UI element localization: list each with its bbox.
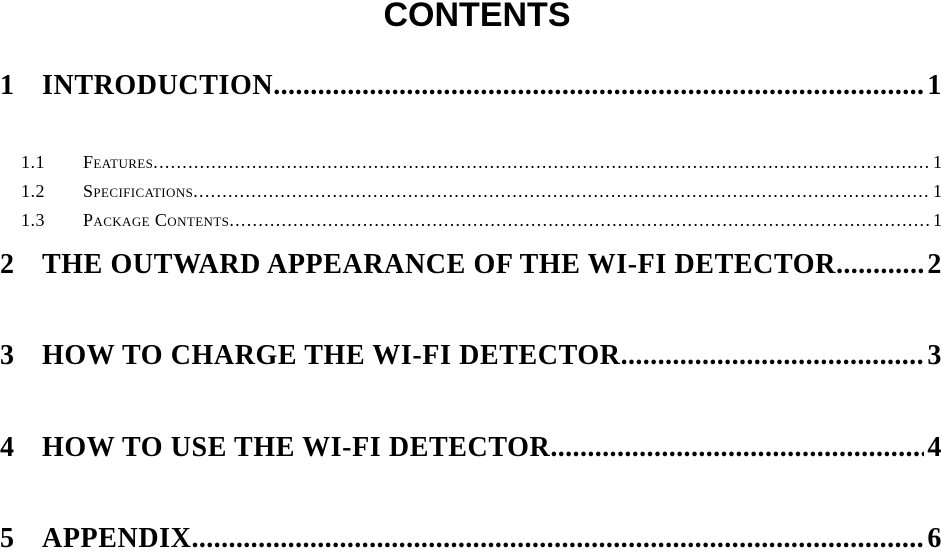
toc-entry-number: 1 (0, 70, 15, 101)
toc-entry-page[interactable]: 6 (924, 523, 942, 555)
toc-entry-page[interactable]: 4 (924, 432, 942, 464)
dot-leader (621, 340, 925, 372)
toc-entry-number: 2 (0, 249, 15, 280)
toc-entry-page[interactable]: 1 (930, 181, 942, 202)
toc-entry-appendix[interactable]: 5 APPENDIX 6 (0, 523, 942, 555)
toc-entry-number: 1.1 (21, 152, 45, 172)
toc-entry-number: 3 (0, 340, 15, 371)
toc-entry-page[interactable]: 1 (930, 152, 942, 173)
toc-entry-page[interactable]: 2 (924, 249, 942, 281)
dot-leader (193, 181, 930, 202)
toc-entry-number: 4 (0, 432, 15, 463)
toc-entry-label[interactable]: Package Contents (83, 210, 229, 231)
toc-entry-label[interactable]: APPENDIX (42, 523, 191, 555)
toc-entry-package-contents[interactable]: 1.3 Package Contents 1 (0, 210, 942, 231)
toc-entry-how-to-use[interactable]: 4 HOW TO USE THE WI-FI DETECTOR 4 (0, 432, 942, 464)
toc-entry-number: 1.2 (21, 181, 45, 201)
toc-entry-label[interactable]: Features (83, 152, 153, 173)
dot-leader (273, 70, 924, 102)
toc-entry-specifications[interactable]: 1.2 Specifications 1 (0, 181, 942, 202)
dot-leader (229, 210, 930, 231)
dot-leader (550, 432, 924, 464)
toc-entry-page[interactable]: 1 (924, 70, 942, 102)
toc-entry-outward-appearance[interactable]: 2 THE OUTWARD APPEARANCE OF THE WI-FI DE… (0, 249, 942, 281)
dot-leader (153, 152, 930, 173)
toc-entry-label[interactable]: HOW TO CHARGE THE WI-FI DETECTOR (42, 340, 621, 372)
toc-entry-how-to-charge[interactable]: 3 HOW TO CHARGE THE WI-FI DETECTOR 3 (0, 340, 942, 372)
toc-entry-label[interactable]: INTRODUCTION (42, 70, 273, 102)
toc-entry-page[interactable]: 3 (924, 340, 942, 372)
toc-entry-number: 1.3 (21, 210, 45, 230)
toc-entry-introduction[interactable]: 1 INTRODUCTION 1 (0, 70, 942, 102)
toc-entry-label[interactable]: THE OUTWARD APPEARANCE OF THE WI-FI DETE… (42, 249, 836, 281)
toc-entry-page[interactable]: 1 (930, 210, 942, 231)
toc-entry-label[interactable]: Specifications (83, 181, 193, 202)
dot-leader (836, 249, 924, 281)
dot-leader (191, 523, 924, 555)
toc-entry-number: 5 (0, 523, 15, 554)
page-title: CONTENTS (383, 0, 571, 34)
toc-entry-features[interactable]: 1.1 Features 1 (0, 152, 942, 173)
toc-entry-label[interactable]: HOW TO USE THE WI-FI DETECTOR (42, 432, 550, 464)
